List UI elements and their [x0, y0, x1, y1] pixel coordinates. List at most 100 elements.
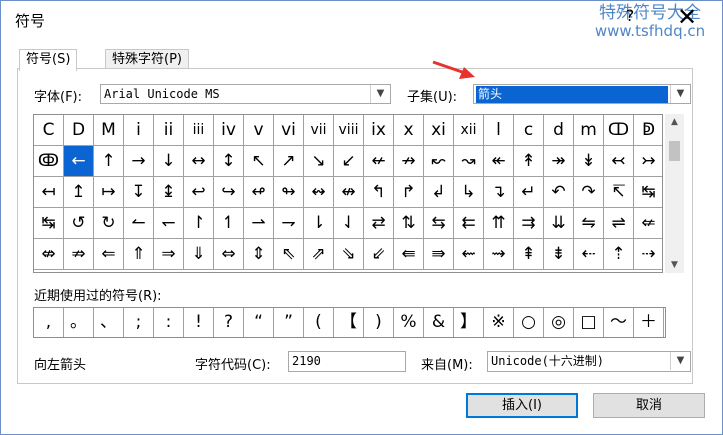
symbol-cell[interactable]: ⇕: [244, 239, 274, 270]
recent-symbol-cell[interactable]: 、: [94, 308, 124, 337]
symbol-cell[interactable]: ↷: [574, 177, 604, 208]
symbol-cell[interactable]: xi: [424, 115, 454, 146]
symbol-cell[interactable]: ↾: [184, 208, 214, 239]
symbol-cell[interactable]: ↙: [334, 146, 364, 177]
recent-symbol-cell[interactable]: ○: [514, 308, 544, 337]
symbol-cell[interactable]: ix: [364, 115, 394, 146]
recent-symbol-cell[interactable]: !: [184, 308, 214, 337]
symbol-cell[interactable]: ⇗: [304, 239, 334, 270]
symbol-cell[interactable]: ↣: [634, 146, 662, 177]
recent-symbol-cell[interactable]: :: [154, 308, 184, 337]
symbol-cell[interactable]: ↲: [424, 177, 454, 208]
symbol-cell[interactable]: ↴: [484, 177, 514, 208]
symbol-cell[interactable]: ↻: [94, 208, 124, 239]
symbol-cell[interactable]: iii: [184, 115, 214, 146]
symbol-cell[interactable]: ↞: [484, 146, 514, 177]
symbol-cell[interactable]: m: [574, 115, 604, 146]
cancel-button[interactable]: 取消: [593, 393, 705, 418]
font-select[interactable]: Arial Unicode MS ▼: [100, 84, 391, 104]
symbol-cell[interactable]: ↀ: [604, 115, 634, 146]
tab-special-chars[interactable]: 特殊字符(P): [105, 49, 189, 70]
symbol-cell[interactable]: ⇈: [484, 208, 514, 239]
recent-symbol-cell[interactable]: □: [574, 308, 604, 337]
symbol-cell[interactable]: ⇢: [634, 239, 662, 270]
recent-symbol-cell[interactable]: ◎: [544, 308, 574, 337]
symbol-cell[interactable]: ↵: [514, 177, 544, 208]
help-button[interactable]: ?: [621, 6, 639, 28]
recent-symbol-cell[interactable]: ※: [484, 308, 514, 337]
symbol-cell[interactable]: x: [394, 115, 424, 146]
symbol-cell[interactable]: ↛: [394, 146, 424, 177]
symbol-cell[interactable]: l: [484, 115, 514, 146]
symbol-cell[interactable]: ↫: [244, 177, 274, 208]
symbol-cell[interactable]: ⇄: [364, 208, 394, 239]
grid-scrollbar[interactable]: ▲ ▼: [665, 114, 684, 273]
symbol-cell[interactable]: D: [64, 115, 94, 146]
chevron-down-icon[interactable]: ▼: [670, 85, 690, 103]
symbol-cell[interactable]: ⇐: [94, 239, 124, 270]
symbol-cell[interactable]: ↢: [604, 146, 634, 177]
symbol-cell[interactable]: ⇎: [34, 239, 64, 270]
recent-symbol-cell[interactable]: ～: [604, 308, 634, 337]
symbol-cell[interactable]: xii: [454, 115, 484, 146]
symbol-cell[interactable]: ↗: [274, 146, 304, 177]
symbol-cell[interactable]: ↪: [214, 177, 244, 208]
symbol-cell[interactable]: ↑: [94, 146, 124, 177]
symbol-cell[interactable]: ⇉: [514, 208, 544, 239]
symbol-cell[interactable]: ⇛: [424, 239, 454, 270]
symbol-cell[interactable]: ↭: [304, 177, 334, 208]
symbol-cell[interactable]: ↽: [154, 208, 184, 239]
symbol-cell[interactable]: ↝: [454, 146, 484, 177]
symbol-cell[interactable]: ⇚: [394, 239, 424, 270]
symbol-cell[interactable]: vi: [274, 115, 304, 146]
symbol-cell[interactable]: ⇒: [154, 239, 184, 270]
symbol-cell[interactable]: ↓: [154, 146, 184, 177]
scroll-thumb[interactable]: [669, 141, 680, 161]
symbol-cell[interactable]: ⇊: [544, 208, 574, 239]
symbol-cell[interactable]: ↔: [184, 146, 214, 177]
symbol-cell[interactable]: iv: [214, 115, 244, 146]
close-button[interactable]: ✕: [673, 3, 701, 31]
symbol-cell[interactable]: ⇌: [604, 208, 634, 239]
recent-symbol-cell[interactable]: 】: [454, 308, 484, 337]
symbol-cell[interactable]: i: [124, 115, 154, 146]
symbol-cell[interactable]: ⇀: [244, 208, 274, 239]
symbol-cell[interactable]: ⇘: [334, 239, 364, 270]
symbol-cell[interactable]: ⇁: [274, 208, 304, 239]
recent-symbol-cell[interactable]: 【: [334, 308, 364, 337]
recent-symbol-cell[interactable]: %: [394, 308, 424, 337]
symbol-cell[interactable]: d: [544, 115, 574, 146]
symbol-cell[interactable]: v: [244, 115, 274, 146]
symbol-cell[interactable]: ⇖: [274, 239, 304, 270]
symbol-cell[interactable]: ↹: [634, 177, 662, 208]
recent-symbol-cell[interactable]: (: [304, 308, 334, 337]
symbol-cell[interactable]: ↠: [544, 146, 574, 177]
symbol-cell[interactable]: ↮: [334, 177, 364, 208]
symbol-cell[interactable]: ⇞: [514, 239, 544, 270]
symbol-cell[interactable]: ⇍: [634, 208, 662, 239]
symbol-cell[interactable]: C: [34, 115, 64, 146]
symbol-cell[interactable]: ↁ: [634, 115, 662, 146]
symbol-cell[interactable]: ↱: [394, 177, 424, 208]
symbol-cell[interactable]: ⇅: [394, 208, 424, 239]
symbol-cell[interactable]: ⇆: [424, 208, 454, 239]
symbol-cell[interactable]: ↨: [154, 177, 184, 208]
chevron-down-icon[interactable]: ▼: [670, 352, 690, 370]
symbol-cell[interactable]: ⇜: [454, 239, 484, 270]
symbol-cell[interactable]: ↘: [304, 146, 334, 177]
tab-symbols[interactable]: 符号(S): [19, 49, 78, 71]
symbol-cell[interactable]: ↥: [64, 177, 94, 208]
symbol-cell[interactable]: ⇇: [454, 208, 484, 239]
symbol-cell[interactable]: ⇓: [184, 239, 214, 270]
symbol-cell[interactable]: ↖: [244, 146, 274, 177]
symbol-cell[interactable]: ↺: [64, 208, 94, 239]
symbol-cell[interactable]: →: [124, 146, 154, 177]
recent-symbol-cell[interactable]: ?: [214, 308, 244, 337]
symbol-cell[interactable]: ⇏: [64, 239, 94, 270]
symbol-cell[interactable]: ↟: [514, 146, 544, 177]
symbol-cell[interactable]: ↼: [124, 208, 154, 239]
symbol-cell[interactable]: M: [94, 115, 124, 146]
recent-symbol-cell[interactable]: ”: [274, 308, 304, 337]
recent-symbol-cell[interactable]: ＋: [634, 308, 664, 337]
insert-button[interactable]: 插入(I): [466, 393, 578, 418]
